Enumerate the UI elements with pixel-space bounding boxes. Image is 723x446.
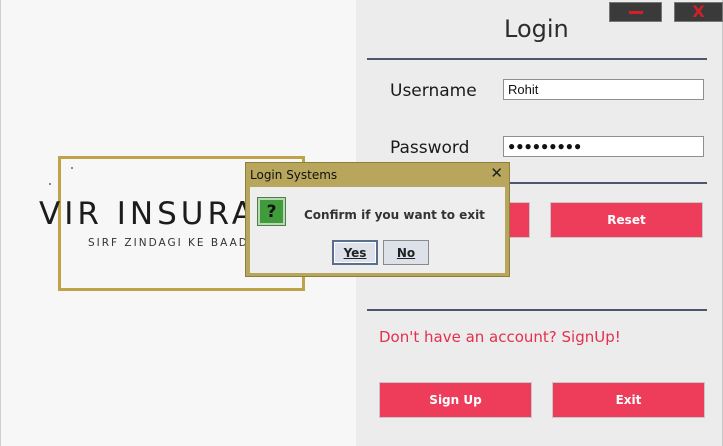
page-title: Login: [504, 15, 569, 43]
username-label: Username: [390, 81, 477, 101]
close-icon: X: [692, 2, 705, 21]
minimize-button[interactable]: [609, 2, 662, 22]
brand-title: VIR INSURA: [39, 196, 257, 232]
no-button[interactable]: No: [383, 240, 429, 265]
dialog-body: ? Confirm if you want to exit Yes No: [250, 187, 505, 273]
brand-tagline: SIRF ZINDAGI KE BAAD: [88, 237, 249, 249]
question-icon: ?: [257, 197, 286, 226]
exit-confirm-dialog: Login Systems ✕ ? Confirm if you want to…: [245, 162, 510, 277]
dialog-close-icon[interactable]: ✕: [490, 166, 503, 181]
dialog-title: Login Systems: [250, 168, 338, 182]
decor-dot: [49, 183, 51, 185]
divider: [367, 309, 707, 311]
password-label: Password: [390, 138, 470, 158]
dialog-message: Confirm if you want to exit: [304, 208, 485, 222]
reset-button[interactable]: Reset: [550, 202, 703, 238]
close-button[interactable]: X: [674, 2, 723, 22]
divider: [367, 58, 707, 60]
decor-dot: [71, 167, 73, 169]
sign-up-button[interactable]: Sign Up: [379, 382, 532, 418]
username-field[interactable]: [503, 79, 704, 100]
minimize-icon: [628, 10, 643, 14]
password-field[interactable]: ●●●●●●●●●: [503, 136, 704, 157]
dialog-titlebar[interactable]: Login Systems ✕: [246, 163, 509, 187]
signup-link[interactable]: Don't have an account? SignUp!: [379, 328, 621, 346]
exit-button[interactable]: Exit: [552, 382, 705, 418]
yes-button[interactable]: Yes: [332, 240, 378, 265]
